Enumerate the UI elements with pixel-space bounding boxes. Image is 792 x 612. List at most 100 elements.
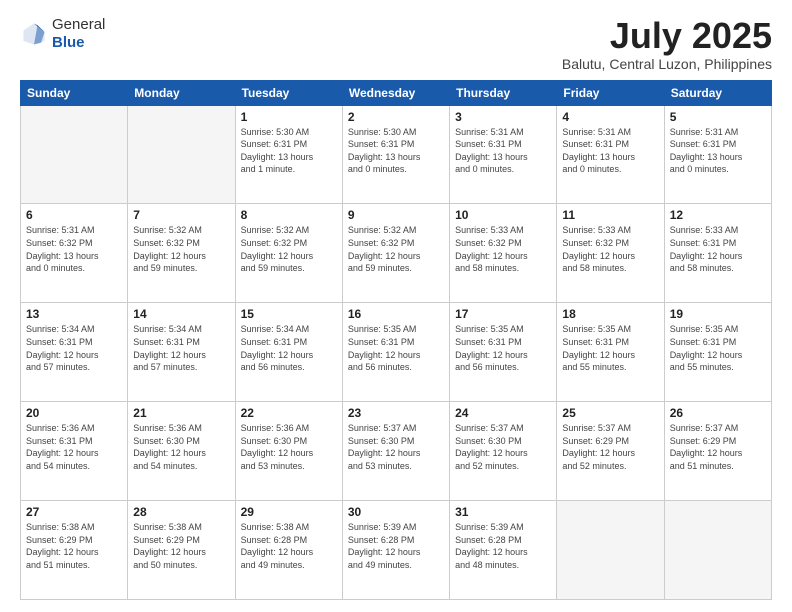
day-number: 4 <box>562 110 658 124</box>
day-number: 3 <box>455 110 551 124</box>
table-row: 21 Sunrise: 5:36 AM Sunset: 6:30 PM Dayli… <box>128 402 235 501</box>
table-row: 8Sunrise: 5:32 AM Sunset: 6:32 PM Daylig… <box>235 204 342 303</box>
day-info: Sunrise: 5:39 AM Sunset: 6:28 PM Dayligh… <box>455 521 551 571</box>
day-number: 30 <box>348 505 444 519</box>
col-thursday: Thursday <box>450 80 557 105</box>
table-row: 19Sunrise: 5:35 AM Sunset: 6:31 PM Dayli… <box>664 303 771 402</box>
table-row: 18 Sunrise: 5:35 AM Sunset: 6:31 PM Dayli… <box>557 303 664 402</box>
day-info: Sunrise: 5:39 AM Sunset: 6:28 PM Dayligh… <box>348 521 444 571</box>
day-info: Sunrise: 5:35 AM Sunset: 6:31 PM Dayligh… <box>562 323 658 373</box>
day-info: Sunrise: 5:36 AM Sunset: 6:30 PM Dayligh… <box>241 422 337 472</box>
table-row: 12Sunrise: 5:33 AM Sunset: 6:31 PM Dayli… <box>664 204 771 303</box>
table-row <box>557 501 664 600</box>
table-row: 2Sunrise: 5:30 AM Sunset: 6:31 PM Daylig… <box>342 105 449 204</box>
day-number: 27 <box>26 505 122 519</box>
day-number: 13 <box>26 307 122 321</box>
page: General Blue July 2025 Balutu, Central L… <box>0 0 792 612</box>
day-number: 10 <box>455 208 551 222</box>
col-wednesday: Wednesday <box>342 80 449 105</box>
table-row: 17Sunrise: 5:35 AM Sunset: 6:31 PM Dayli… <box>450 303 557 402</box>
col-tuesday: Tuesday <box>235 80 342 105</box>
month-title: July 2025 <box>562 16 772 56</box>
day-info: Sunrise: 5:37 AM Sunset: 6:30 PM Dayligh… <box>348 422 444 472</box>
table-row: 15Sunrise: 5:34 AM Sunset: 6:31 PM Dayli… <box>235 303 342 402</box>
table-row <box>21 105 128 204</box>
day-number: 16 <box>348 307 444 321</box>
day-number: 21 <box>133 406 229 420</box>
table-row: 13 Sunrise: 5:34 AM Sunset: 6:31 PM Dayli… <box>21 303 128 402</box>
day-number: 24 <box>455 406 551 420</box>
location-title: Balutu, Central Luzon, Philippines <box>562 56 772 72</box>
col-saturday: Saturday <box>664 80 771 105</box>
week-row-1: 1 Sunrise: 5:30 AM Sunset: 6:31 PM Daylig… <box>21 105 772 204</box>
day-info: Sunrise: 5:38 AM Sunset: 6:29 PM Dayligh… <box>26 521 122 571</box>
day-info: Sunrise: 5:31 AM Sunset: 6:31 PM Dayligh… <box>562 126 658 176</box>
day-number: 11 <box>562 208 658 222</box>
table-row: 9 Sunrise: 5:32 AM Sunset: 6:32 PM Daylig… <box>342 204 449 303</box>
day-info: Sunrise: 5:32 AM Sunset: 6:32 PM Dayligh… <box>241 224 337 274</box>
table-row: 22 Sunrise: 5:36 AM Sunset: 6:30 PM Dayli… <box>235 402 342 501</box>
calendar-header-row: Sunday Monday Tuesday Wednesday Thursday… <box>21 80 772 105</box>
table-row: 4 Sunrise: 5:31 AM Sunset: 6:31 PM Daylig… <box>557 105 664 204</box>
day-info: Sunrise: 5:30 AM Sunset: 6:31 PM Dayligh… <box>241 126 337 176</box>
table-row: 26 Sunrise: 5:37 AM Sunset: 6:29 PM Dayli… <box>664 402 771 501</box>
day-info: Sunrise: 5:38 AM Sunset: 6:28 PM Dayligh… <box>241 521 337 571</box>
day-info: Sunrise: 5:34 AM Sunset: 6:31 PM Dayligh… <box>133 323 229 373</box>
table-row: 11 Sunrise: 5:33 AM Sunset: 6:32 PM Dayli… <box>557 204 664 303</box>
day-info: Sunrise: 5:37 AM Sunset: 6:29 PM Dayligh… <box>670 422 766 472</box>
col-monday: Monday <box>128 80 235 105</box>
day-number: 12 <box>670 208 766 222</box>
day-info: Sunrise: 5:34 AM Sunset: 6:31 PM Dayligh… <box>241 323 337 373</box>
day-info: Sunrise: 5:34 AM Sunset: 6:31 PM Dayligh… <box>26 323 122 373</box>
logo-icon <box>20 20 48 48</box>
day-info: Sunrise: 5:33 AM Sunset: 6:32 PM Dayligh… <box>455 224 551 274</box>
day-number: 1 <box>241 110 337 124</box>
day-number: 5 <box>670 110 766 124</box>
day-number: 29 <box>241 505 337 519</box>
day-number: 6 <box>26 208 122 222</box>
table-row: 24 Sunrise: 5:37 AM Sunset: 6:30 PM Dayli… <box>450 402 557 501</box>
day-info: Sunrise: 5:37 AM Sunset: 6:29 PM Dayligh… <box>562 422 658 472</box>
table-row: 14Sunrise: 5:34 AM Sunset: 6:31 PM Dayli… <box>128 303 235 402</box>
table-row: 7 Sunrise: 5:32 AM Sunset: 6:32 PM Daylig… <box>128 204 235 303</box>
day-number: 22 <box>241 406 337 420</box>
logo-general-text: General <box>52 16 105 33</box>
table-row: 31 Sunrise: 5:39 AM Sunset: 6:28 PM Dayli… <box>450 501 557 600</box>
day-info: Sunrise: 5:30 AM Sunset: 6:31 PM Dayligh… <box>348 126 444 176</box>
table-row: 5Sunrise: 5:31 AM Sunset: 6:31 PM Daylig… <box>664 105 771 204</box>
table-row: 6 Sunrise: 5:31 AM Sunset: 6:32 PM Daylig… <box>21 204 128 303</box>
week-row-3: 13 Sunrise: 5:34 AM Sunset: 6:31 PM Dayli… <box>21 303 772 402</box>
day-info: Sunrise: 5:35 AM Sunset: 6:31 PM Dayligh… <box>670 323 766 373</box>
day-number: 31 <box>455 505 551 519</box>
day-info: Sunrise: 5:32 AM Sunset: 6:32 PM Dayligh… <box>348 224 444 274</box>
table-row <box>128 105 235 204</box>
week-row-2: 6 Sunrise: 5:31 AM Sunset: 6:32 PM Daylig… <box>21 204 772 303</box>
day-info: Sunrise: 5:37 AM Sunset: 6:30 PM Dayligh… <box>455 422 551 472</box>
day-number: 18 <box>562 307 658 321</box>
day-info: Sunrise: 5:31 AM Sunset: 6:32 PM Dayligh… <box>26 224 122 274</box>
day-info: Sunrise: 5:36 AM Sunset: 6:30 PM Dayligh… <box>133 422 229 472</box>
day-number: 9 <box>348 208 444 222</box>
table-row: 28Sunrise: 5:38 AM Sunset: 6:29 PM Dayli… <box>128 501 235 600</box>
day-number: 26 <box>670 406 766 420</box>
week-row-4: 20Sunrise: 5:36 AM Sunset: 6:31 PM Dayli… <box>21 402 772 501</box>
logo-blue-text: Blue <box>52 34 85 51</box>
day-info: Sunrise: 5:36 AM Sunset: 6:31 PM Dayligh… <box>26 422 122 472</box>
table-row: 29 Sunrise: 5:38 AM Sunset: 6:28 PM Dayli… <box>235 501 342 600</box>
day-info: Sunrise: 5:33 AM Sunset: 6:32 PM Dayligh… <box>562 224 658 274</box>
table-row <box>664 501 771 600</box>
header: General Blue July 2025 Balutu, Central L… <box>20 16 772 72</box>
day-info: Sunrise: 5:32 AM Sunset: 6:32 PM Dayligh… <box>133 224 229 274</box>
day-info: Sunrise: 5:35 AM Sunset: 6:31 PM Dayligh… <box>348 323 444 373</box>
logo: General Blue <box>20 16 105 52</box>
table-row: 23Sunrise: 5:37 AM Sunset: 6:30 PM Dayli… <box>342 402 449 501</box>
table-row: 30 Sunrise: 5:39 AM Sunset: 6:28 PM Dayli… <box>342 501 449 600</box>
table-row: 25Sunrise: 5:37 AM Sunset: 6:29 PM Dayli… <box>557 402 664 501</box>
day-number: 7 <box>133 208 229 222</box>
table-row: 10 Sunrise: 5:33 AM Sunset: 6:32 PM Dayli… <box>450 204 557 303</box>
col-sunday: Sunday <box>21 80 128 105</box>
day-number: 17 <box>455 307 551 321</box>
table-row: 27 Sunrise: 5:38 AM Sunset: 6:29 PM Dayli… <box>21 501 128 600</box>
day-info: Sunrise: 5:31 AM Sunset: 6:31 PM Dayligh… <box>455 126 551 176</box>
table-row: 20Sunrise: 5:36 AM Sunset: 6:31 PM Dayli… <box>21 402 128 501</box>
